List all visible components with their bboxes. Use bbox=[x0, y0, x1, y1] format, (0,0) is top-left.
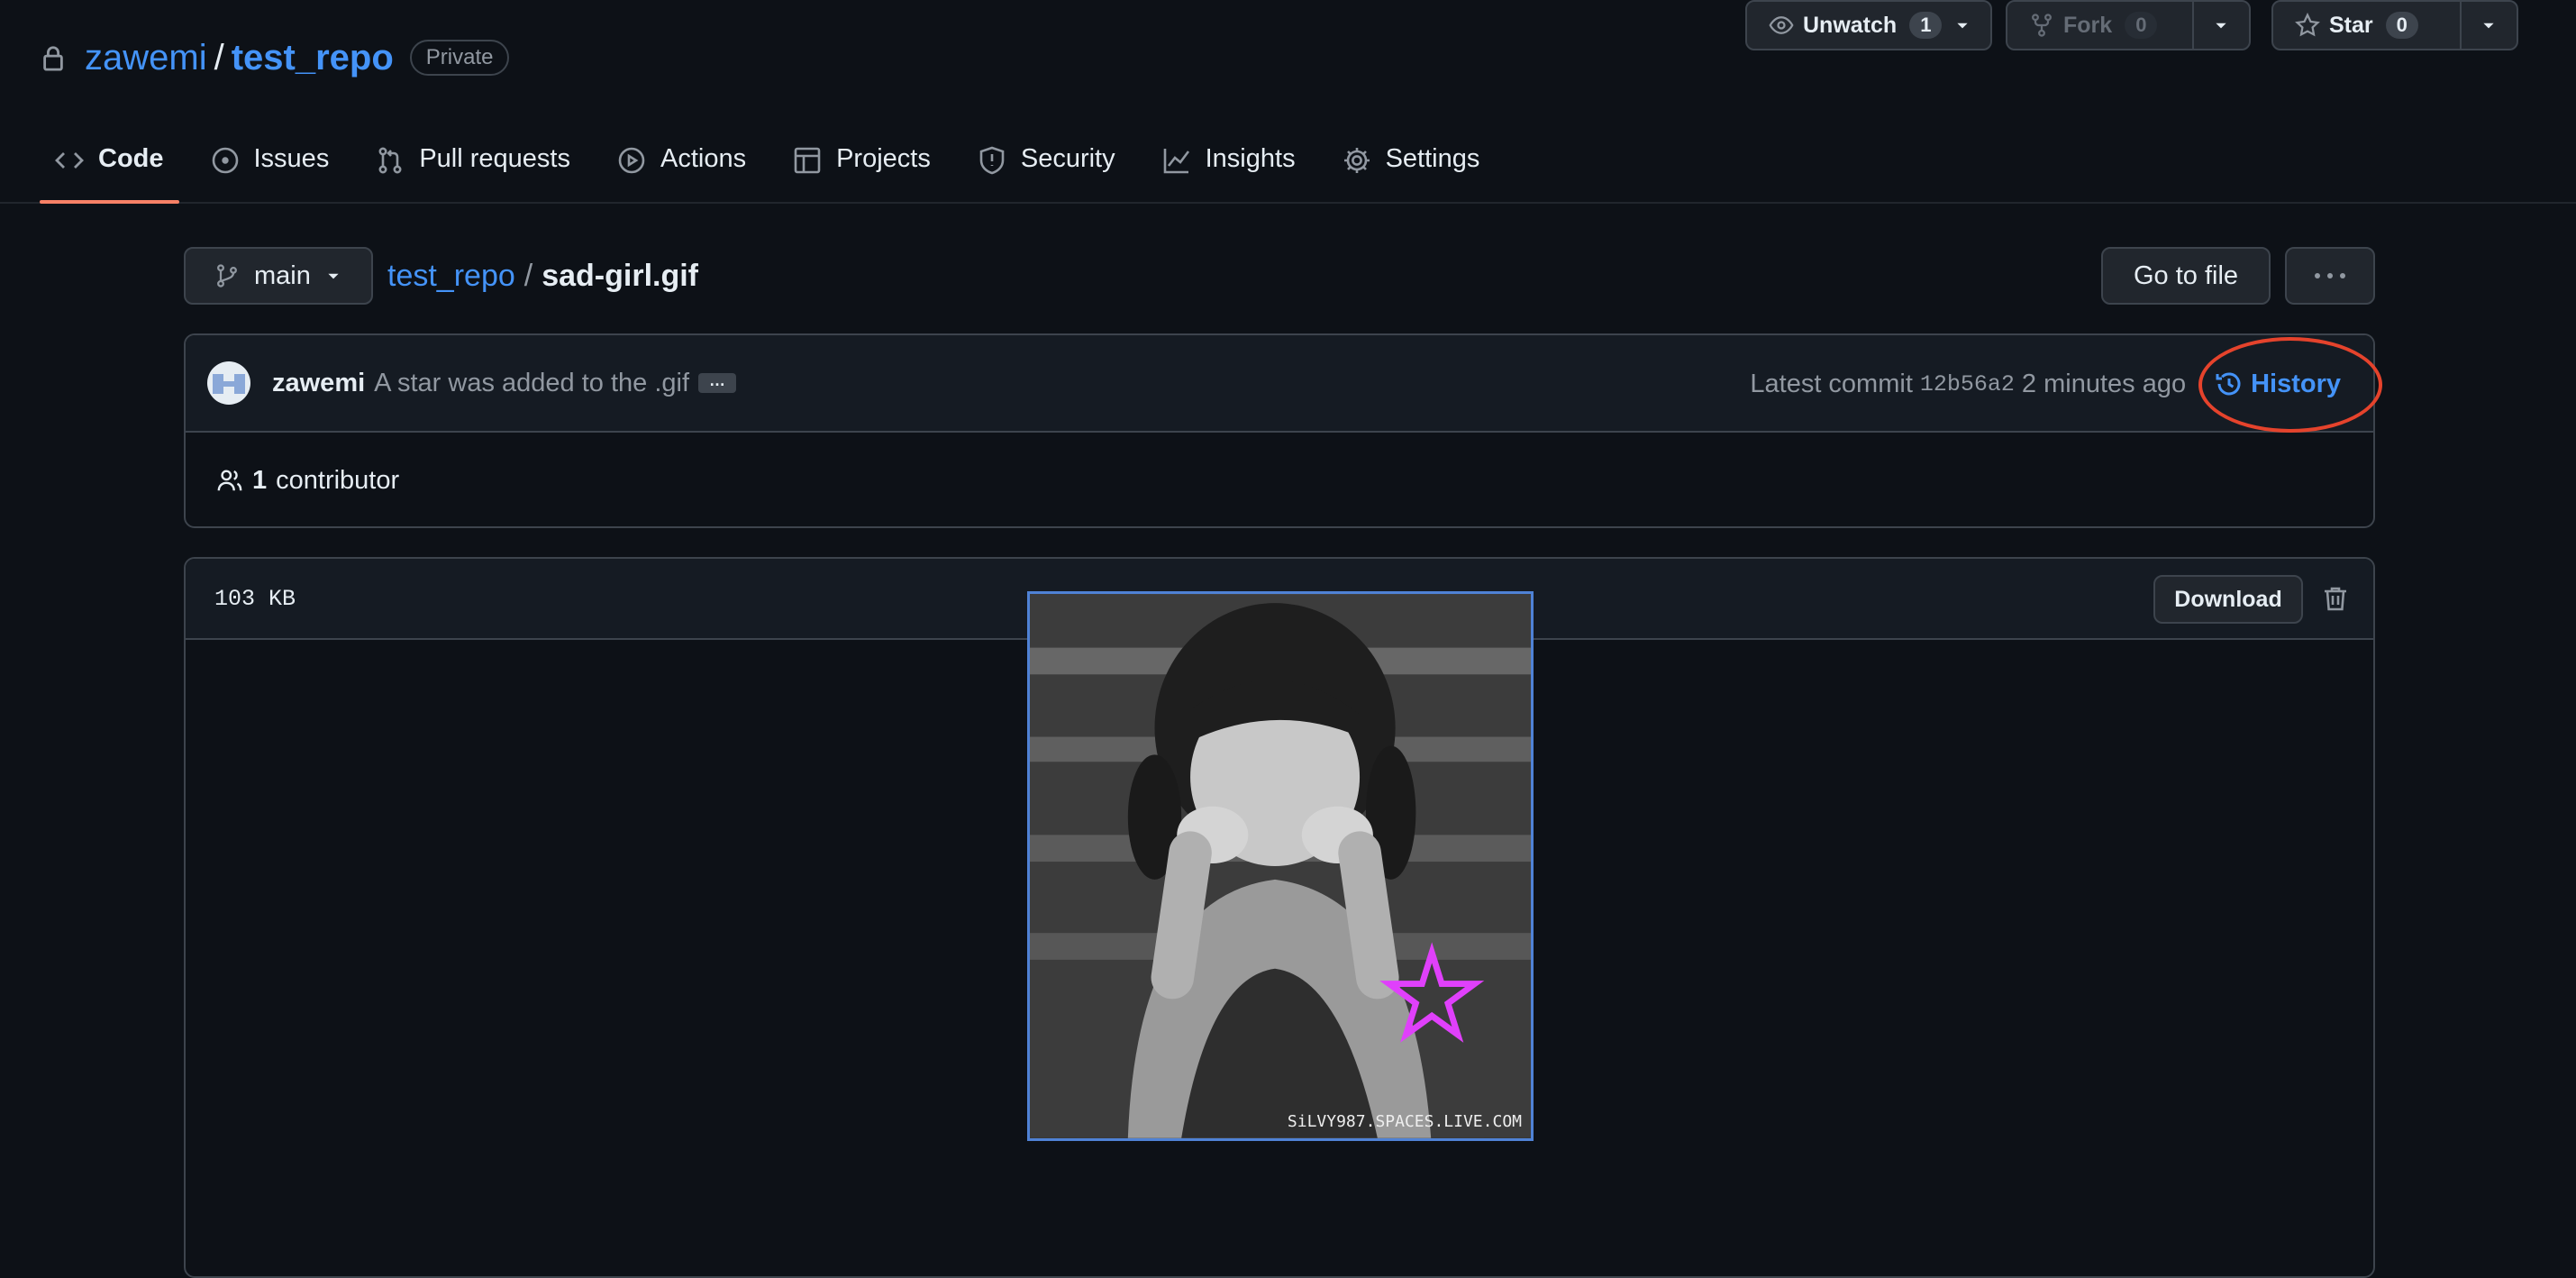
go-to-file-button[interactable]: Go to file bbox=[2101, 247, 2271, 305]
gear-icon bbox=[1343, 148, 1370, 173]
fork-button[interactable]: Fork 0 bbox=[2007, 2, 2192, 49]
kebab-horizontal-icon bbox=[2315, 273, 2345, 278]
contributors-count: 1 bbox=[252, 465, 268, 495]
breadcrumb-separator: / bbox=[523, 258, 533, 293]
chevron-down-icon bbox=[2216, 23, 2226, 29]
issue-icon bbox=[212, 147, 238, 174]
tab-insights[interactable]: Insights bbox=[1147, 133, 1311, 204]
star-icon bbox=[2295, 13, 2320, 37]
repo-name-link[interactable]: test_repo bbox=[232, 38, 394, 78]
commit-sha-link[interactable]: 12b56a2 bbox=[1920, 371, 2015, 397]
branch-icon bbox=[217, 264, 237, 288]
repo-separator: / bbox=[214, 37, 224, 78]
fork-label: Fork bbox=[2063, 12, 2113, 38]
graph-icon bbox=[1163, 149, 1189, 174]
gif-preview-image: SiLVY987.SPACES.LIVE.COM bbox=[1027, 591, 1534, 1141]
tab-security[interactable]: Security bbox=[962, 133, 1131, 204]
tab-label: Insights bbox=[1205, 144, 1296, 173]
table-icon bbox=[794, 147, 821, 174]
fork-button-group: Fork 0 bbox=[2006, 0, 2251, 50]
star-label: Star bbox=[2329, 12, 2373, 38]
more-options-button[interactable] bbox=[2285, 247, 2375, 305]
play-icon bbox=[618, 147, 645, 174]
tab-label: Projects bbox=[836, 144, 931, 173]
file-size: 103 KB bbox=[214, 585, 296, 612]
latest-commit-row: zawemi A star was added to the .gif … La… bbox=[186, 335, 2373, 433]
expand-commit-message-button[interactable]: … bbox=[698, 372, 736, 393]
commit-time: 2 minutes ago bbox=[2021, 369, 2187, 398]
file-viewer: 103 KB Download SiLVY987.SPACES.LIVE.COM bbox=[184, 557, 2375, 1278]
star-button[interactable]: Star 0 bbox=[2273, 2, 2460, 49]
breadcrumb: test_repo / sad-girl.gif bbox=[387, 255, 698, 297]
tab-label: Actions bbox=[660, 144, 747, 173]
star-button-group: Star 0 bbox=[2271, 0, 2518, 50]
branch-name: main bbox=[254, 260, 311, 290]
tab-code[interactable]: Code bbox=[40, 133, 179, 204]
contributors-label: contributor bbox=[276, 465, 400, 495]
repo-owner-link[interactable]: zawemi bbox=[85, 38, 207, 78]
lock-icon bbox=[43, 46, 63, 71]
avatar[interactable] bbox=[207, 361, 250, 405]
watch-count: 1 bbox=[1909, 12, 1943, 39]
star-count: 0 bbox=[2385, 12, 2418, 39]
fork-icon bbox=[2032, 14, 2052, 37]
fork-dropdown-button[interactable] bbox=[2191, 2, 2249, 49]
breadcrumb-file-name: sad-girl.gif bbox=[542, 258, 699, 293]
contributors-row[interactable]: 1 contributor bbox=[186, 433, 2373, 526]
tab-label: Pull requests bbox=[419, 144, 570, 173]
chevron-down-icon bbox=[1957, 23, 1969, 29]
watch-button-group: Unwatch 1 bbox=[1745, 0, 1992, 50]
visibility-badge: Private bbox=[409, 40, 510, 76]
tab-settings[interactable]: Settings bbox=[1327, 133, 1496, 204]
tab-pull-requests[interactable]: Pull requests bbox=[360, 133, 586, 204]
unwatch-button[interactable]: Unwatch 1 bbox=[1747, 2, 1983, 49]
chevron-down-icon bbox=[2483, 23, 2494, 29]
tab-projects[interactable]: Projects bbox=[778, 133, 946, 204]
breadcrumb-repo-link[interactable]: test_repo bbox=[387, 259, 515, 294]
code-icon bbox=[55, 152, 84, 169]
latest-commit-box: zawemi A star was added to the .gif … La… bbox=[184, 333, 2375, 528]
people-icon bbox=[217, 470, 242, 491]
commit-author-link[interactable]: zawemi bbox=[272, 369, 365, 398]
chevron-down-icon bbox=[328, 273, 339, 279]
repo-nav: Code Issues Pull requests Actions Projec… bbox=[40, 133, 1511, 204]
star-dropdown-button[interactable] bbox=[2459, 2, 2517, 49]
latest-commit-label: Latest commit bbox=[1750, 369, 1913, 398]
image-watermark: SiLVY987.SPACES.LIVE.COM bbox=[1287, 1112, 1522, 1131]
tab-actions[interactable]: Actions bbox=[602, 133, 761, 204]
tab-label: Issues bbox=[253, 144, 330, 173]
shield-icon bbox=[979, 146, 1005, 175]
tab-label: Code bbox=[98, 144, 164, 173]
pull-request-icon bbox=[378, 147, 402, 174]
annotation-circle bbox=[2198, 337, 2382, 433]
gif-illustration bbox=[1030, 594, 1531, 1138]
eye-icon bbox=[1769, 16, 1794, 34]
tab-issues[interactable]: Issues bbox=[196, 133, 345, 204]
unwatch-label: Unwatch bbox=[1803, 12, 1898, 38]
repo-header: zawemi / test_repo Private Unwatch 1 For… bbox=[0, 0, 2576, 204]
commit-message-link[interactable]: A star was added to the .gif bbox=[374, 369, 689, 398]
tab-label: Security bbox=[1020, 144, 1115, 173]
fork-count: 0 bbox=[2125, 12, 2158, 39]
download-button[interactable]: Download bbox=[2153, 575, 2303, 624]
trash-icon[interactable] bbox=[2321, 584, 2350, 613]
branch-selector[interactable]: main bbox=[184, 247, 373, 305]
repo-title: zawemi / test_repo Private bbox=[40, 34, 510, 81]
tab-label: Settings bbox=[1385, 144, 1480, 173]
